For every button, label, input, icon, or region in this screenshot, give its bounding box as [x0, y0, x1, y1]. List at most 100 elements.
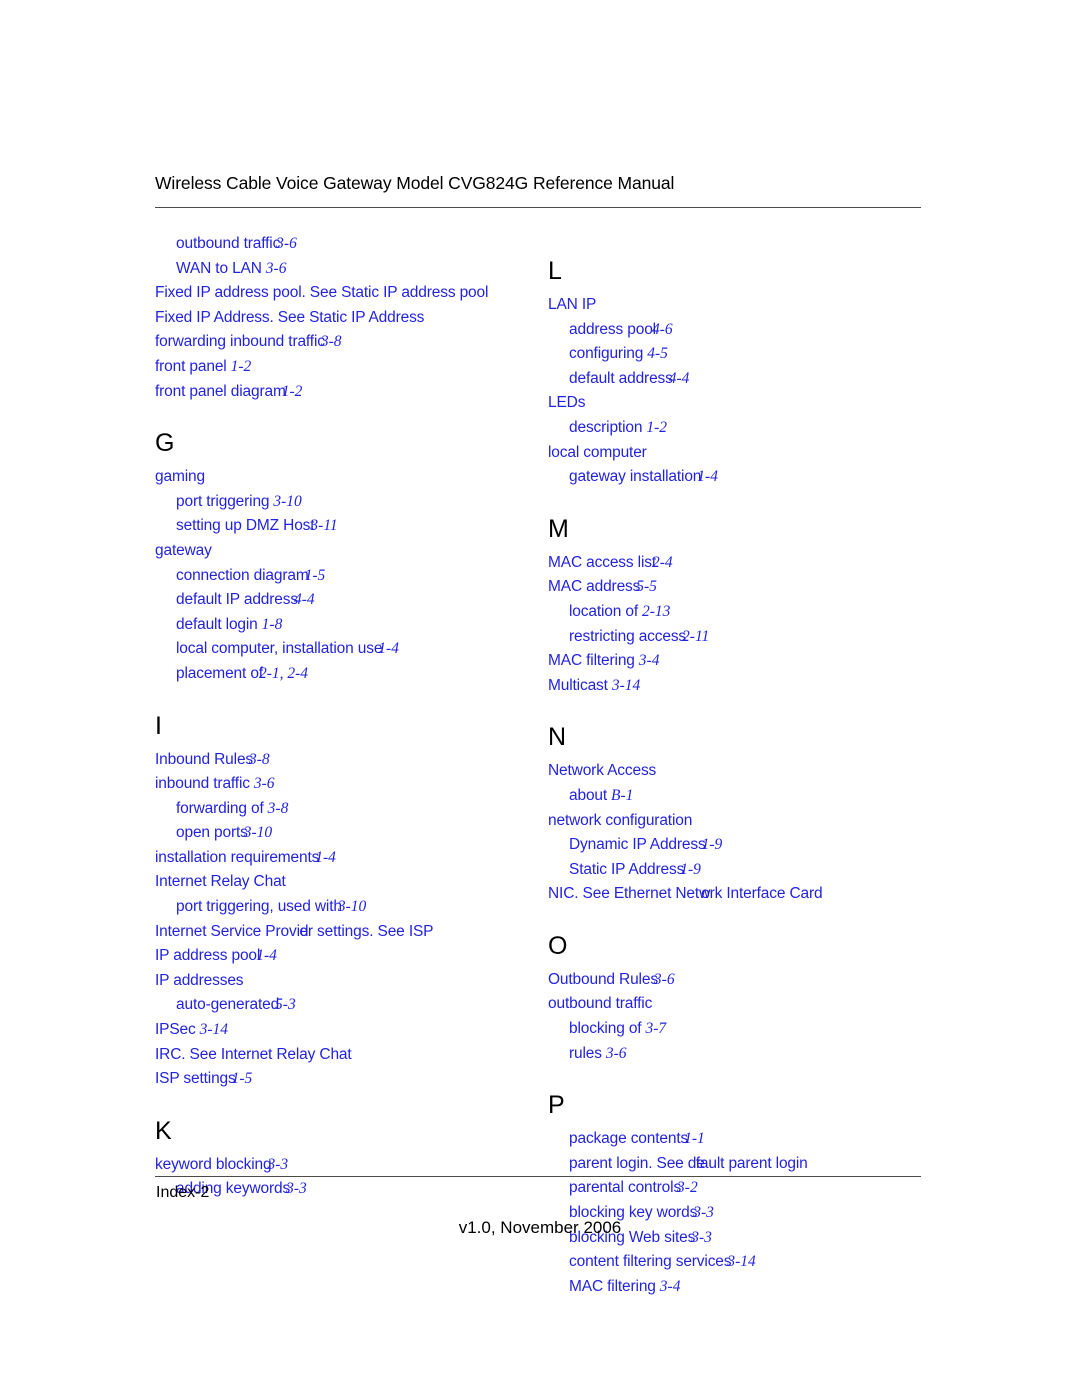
index-entry-label: front panel	[155, 357, 227, 375]
index-entry[interactable]: MAC address5-5	[548, 575, 940, 600]
index-column-right: L LAN IP address pool4-6 configuring 4-5 defa…	[548, 232, 940, 1299]
index-entry[interactable]: configuring 4-5	[569, 342, 940, 367]
index-entry[interactable]: gateway installation1-4	[569, 465, 940, 490]
index-entry-label: IPSec	[155, 1021, 196, 1039]
index-entry[interactable]: local computer, installation use1-4	[176, 637, 547, 662]
index-entry[interactable]: Internet Relay Chat	[155, 870, 547, 895]
index-entry[interactable]: open ports3-10	[176, 821, 547, 846]
index-entry[interactable]: Outbound Rules3-6	[548, 968, 940, 993]
index-entry[interactable]: parent login. See default parent login	[569, 1152, 940, 1177]
index-entry[interactable]: inbound traffic 3-6	[155, 772, 547, 797]
index-entry-label: about	[569, 786, 608, 804]
index-entry-page: 3-7	[645, 1020, 667, 1038]
index-entry-page: 4-6	[651, 320, 673, 338]
section-letter-n: N	[548, 723, 567, 752]
index-entry-label: ISP settings	[155, 1070, 236, 1088]
index-entry[interactable]: content filtering services3-14	[569, 1250, 940, 1275]
section-letter-g: G	[155, 429, 175, 458]
index-entry[interactable]: outbound traffic	[548, 992, 940, 1017]
index-entry[interactable]: NIC. See Ethernet Network Interface Card	[548, 882, 940, 907]
index-entry[interactable]: front panel 1-2	[155, 355, 547, 380]
index-entry-page: 3-6	[605, 1044, 627, 1062]
index-entry[interactable]: Inbound Rules3-8	[155, 748, 547, 773]
index-entry[interactable]: forwarding inbound traffic3-8	[155, 330, 547, 355]
index-entry[interactable]: Internet Service Provider settings. See …	[155, 920, 547, 945]
index-entry[interactable]: IP addresses	[155, 969, 547, 994]
index-entry[interactable]: IPSec 3-14	[155, 1018, 547, 1043]
index-entry[interactable]: port triggering, used with3-10	[176, 895, 547, 920]
index-entry[interactable]: IP address pool1-4	[155, 944, 547, 969]
index-entry[interactable]: about B-1	[569, 784, 940, 809]
index-entry-page: 3-10	[243, 824, 273, 842]
index-entry[interactable]: network configuration	[548, 809, 940, 834]
index-entry[interactable]: Fixed IP Address. See Static IP Address	[155, 306, 547, 331]
index-entry-label: WAN to LAN	[176, 259, 262, 277]
index-entry[interactable]: gateway	[155, 539, 547, 564]
index-entry-page: 3-3	[267, 1155, 289, 1173]
index-entry-page: 1-8	[261, 615, 283, 633]
index-entry-page: 2-11	[682, 627, 710, 645]
index-entry[interactable]: Dynamic IP Address1-9	[569, 833, 940, 858]
index-entry-page: 3-10	[337, 898, 367, 916]
index-entry[interactable]: port triggering 3-10	[176, 490, 547, 515]
index-entry-label: MAC access list	[548, 553, 656, 571]
index-entry[interactable]: package contents1-1	[569, 1127, 940, 1152]
index-entry[interactable]: LAN IP	[548, 293, 940, 318]
index-entry[interactable]: MAC filtering 3-4	[569, 1275, 940, 1300]
index-entry[interactable]: IRC. See Internet Relay Chat	[155, 1043, 547, 1068]
index-entry[interactable]: rules 3-6	[569, 1042, 940, 1067]
index-entry-label: outbound traffic	[176, 235, 281, 252]
section-letter-m: M	[548, 514, 569, 543]
index-entry[interactable]: default IP address4-4	[176, 588, 547, 613]
index-entry[interactable]: installation requirements1-4	[155, 846, 547, 871]
index-entry[interactable]: blocking of 3-7	[569, 1017, 940, 1042]
index-entry[interactable]: ISP settings1-5	[155, 1067, 547, 1092]
index-entry-label: Dynamic IP Address	[569, 836, 706, 854]
index-entry[interactable]: placement of2-1, 2-4	[176, 662, 547, 687]
index-entry[interactable]: MAC filtering 3-4	[548, 649, 940, 674]
index-entry-label: port triggering	[176, 492, 270, 510]
index-entry[interactable]: gaming	[155, 465, 547, 490]
index-entry-page: 3-14	[727, 1253, 756, 1271]
index-entry[interactable]: connection diagram1-5	[176, 564, 547, 589]
index-entry[interactable]: Multicast 3-14	[548, 674, 940, 699]
index-entry[interactable]: parental controls3-2	[569, 1176, 940, 1201]
index-entry[interactable]: Fixed IP address pool. See Static IP add…	[155, 281, 547, 306]
index-entry[interactable]: local computer	[548, 441, 940, 466]
index-entry[interactable]: default login 1-8	[176, 613, 547, 638]
index-entry[interactable]: address pool4-6	[569, 318, 940, 343]
index-entry[interactable]: adding keywords3-3	[176, 1177, 547, 1202]
manual-title: Wireless Cable Voice Gateway Model CVG82…	[155, 173, 675, 193]
index-entry[interactable]: auto-generated5-3	[176, 993, 547, 1018]
index-entry-label: Internet Relay Chat	[155, 873, 286, 891]
index-entry[interactable]: location of 2-13	[569, 600, 940, 625]
index-entry-page: 3-8	[320, 333, 342, 351]
index-entry[interactable]: Static IP Address1-9	[569, 858, 940, 883]
index-entry-page: 3-8	[249, 750, 270, 768]
index-entry-page: 4-4	[668, 369, 690, 387]
index-entry-label: Multicast	[548, 676, 608, 694]
index-entry[interactable]: description 1-2	[569, 416, 940, 441]
index-entry-label: MAC filtering	[569, 1277, 656, 1295]
index-entry[interactable]: Network Access	[548, 759, 940, 784]
index-entry-continued[interactable]: WAN to LAN 3-6	[176, 257, 547, 282]
index-entry[interactable]: MAC access list2-4	[548, 551, 940, 576]
index-entry[interactable]: restricting access2-11	[569, 625, 940, 650]
section-letter-p: P	[548, 1091, 565, 1120]
index-entry-continued[interactable]: outbound traffic3-6	[176, 232, 547, 257]
index-entry-page: 2-4	[652, 553, 673, 571]
index-entry[interactable]: keyword blocking3-3	[155, 1153, 547, 1178]
index-entry-page: 1-1	[684, 1130, 705, 1148]
index-entry[interactable]: LEDs	[548, 391, 940, 416]
index-entry[interactable]: front panel diagram1-2	[155, 380, 547, 405]
index-entry[interactable]: forwarding of 3-8	[176, 797, 547, 822]
index-entry[interactable]: default address4-4	[569, 367, 940, 392]
index-entry[interactable]: setting up DMZ Host3-11	[176, 514, 547, 539]
